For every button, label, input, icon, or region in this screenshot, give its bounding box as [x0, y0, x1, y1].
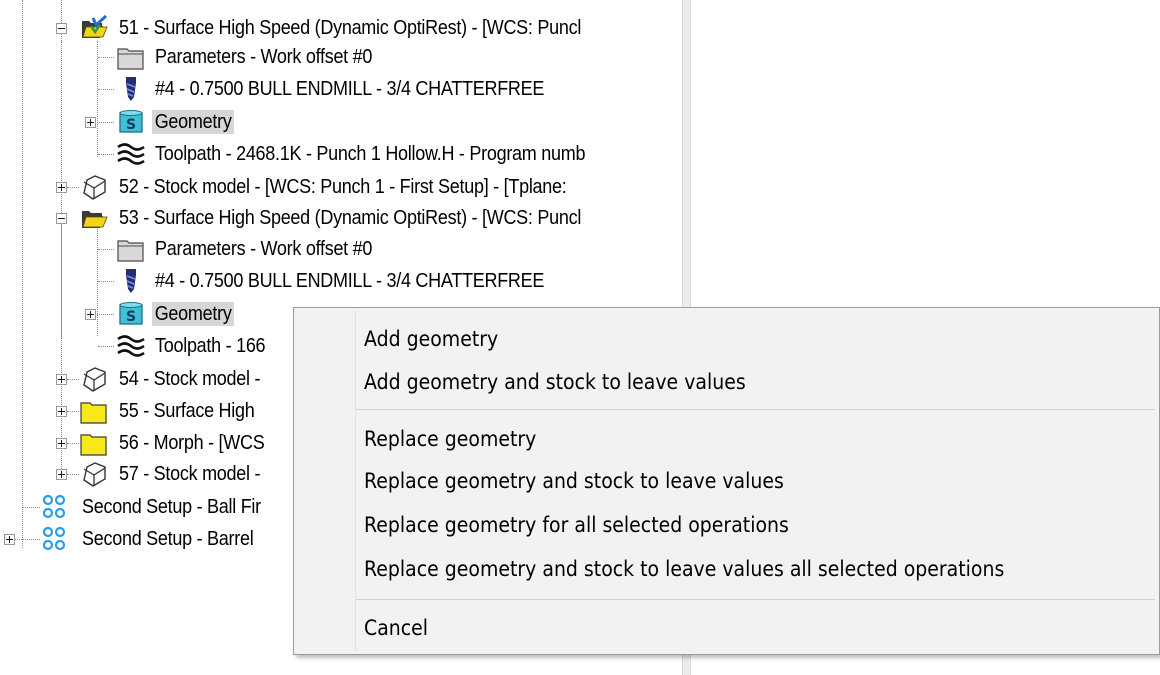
menu-item-add-geometry-stock[interactable]: Add geometry and stock to leave values — [298, 361, 1155, 403]
menu-item-replace-geometry-stock[interactable]: Replace geometry and stock to leave valu… — [298, 460, 1155, 502]
tree-item-label: #4 - 0.7500 BULL ENDMILL - 3/4 CHATTERFR… — [155, 270, 545, 292]
endmill-tool-icon — [117, 75, 145, 103]
expand-toggle[interactable] — [4, 534, 15, 545]
open-folder-check-icon — [80, 14, 108, 42]
menu-item-cancel[interactable]: Cancel — [298, 607, 1155, 649]
tree-item-label: Toolpath - 2468.1K - Punch 1 Hollow.H - … — [155, 143, 586, 165]
tree-connector — [98, 346, 114, 347]
tree-connector — [67, 443, 79, 444]
tree-connector — [98, 57, 114, 58]
tree-connector — [97, 122, 114, 123]
menu-item-replace-geometry-stock-all[interactable]: Replace geometry and stock to leave valu… — [298, 548, 1155, 590]
expand-toggle[interactable] — [85, 117, 96, 128]
tree-item-label: Parameters - Work offset #0 — [155, 238, 373, 260]
tree-connector — [67, 411, 79, 412]
tree-item-label: Geometry — [152, 110, 235, 134]
expand-toggle[interactable] — [56, 182, 67, 193]
tree-item-tool[interactable]: #4 - 0.7500 BULL ENDMILL - 3/4 CHATTERFR… — [0, 266, 682, 296]
collapse-toggle[interactable] — [56, 213, 67, 224]
tree-item-label: 54 - Stock model - — [119, 368, 261, 390]
tree-item-parameters[interactable]: Parameters - Work offset #0 — [0, 234, 682, 264]
tree-connector — [67, 379, 79, 380]
menu-item-label: Replace geometry and stock to leave valu… — [364, 557, 1005, 581]
tree-item-label: 57 - Stock model - — [119, 463, 261, 485]
menu-item-label: Replace geometry and stock to leave valu… — [364, 469, 784, 493]
stock-model-icon — [80, 173, 108, 201]
menu-item-label: Replace geometry for all selected operat… — [364, 513, 789, 537]
menu-separator — [356, 409, 1155, 410]
tree-connector — [98, 154, 114, 155]
menu-item-label: Cancel — [364, 616, 429, 640]
tree-connector — [97, 314, 114, 315]
tree-item-tool[interactable]: #4 - 0.7500 BULL ENDMILL - 3/4 CHATTERFR… — [0, 74, 682, 104]
stock-model-icon — [80, 460, 108, 488]
tree-connector — [15, 539, 40, 540]
tree-connector — [98, 249, 114, 250]
tree-connector — [67, 474, 79, 475]
menu-item-label: Add geometry and stock to leave values — [364, 370, 746, 394]
expand-toggle[interactable] — [56, 406, 67, 417]
tree-item-toolpath[interactable]: Toolpath - 2468.1K - Punch 1 Hollow.H - … — [0, 139, 682, 169]
expand-toggle[interactable] — [85, 309, 96, 320]
open-folder-icon — [80, 204, 108, 232]
expand-toggle[interactable] — [56, 374, 67, 385]
yellow-folder-icon — [80, 429, 108, 457]
menu-item-label: Replace geometry — [364, 427, 537, 451]
menu-item-label: Add geometry — [364, 327, 499, 351]
expand-toggle[interactable] — [56, 469, 67, 480]
tree-item-label: Parameters - Work offset #0 — [155, 46, 373, 68]
stock-model-icon — [80, 365, 108, 393]
menu-separator — [356, 599, 1155, 600]
tree-item-label: #4 - 0.7500 BULL ENDMILL - 3/4 CHATTERFR… — [155, 78, 545, 100]
expand-toggle[interactable] — [56, 438, 67, 449]
toolpath-icon — [117, 332, 145, 360]
tree-item-label: 52 - Stock model - [WCS: Punch 1 - First… — [119, 176, 567, 198]
endmill-tool-icon — [117, 267, 145, 295]
tree-item-op-53[interactable]: 53 - Surface High Speed (Dynamic OptiRes… — [0, 203, 682, 233]
tree-item-op-51[interactable]: 51 - Surface High Speed (Dynamic OptiRes… — [0, 13, 682, 43]
tree-item-op-52[interactable]: 52 - Stock model - [WCS: Punch 1 - First… — [0, 172, 682, 202]
geometry-s-icon — [117, 300, 145, 328]
machine-group-icon — [42, 493, 70, 521]
tree-item-label: 55 - Surface High — [119, 400, 255, 422]
toolpath-icon — [117, 140, 145, 168]
tree-connector — [23, 507, 40, 508]
tree-item-label: 56 - Morph - [WCS — [119, 432, 265, 454]
tree-item-label: Second Setup - Barrel — [82, 528, 254, 550]
context-menu: Add geometry Add geometry and stock to l… — [293, 307, 1160, 655]
tree-item-geometry[interactable]: Geometry — [0, 107, 682, 137]
parameters-folder-icon — [117, 43, 145, 71]
tree-item-label: Toolpath - 166 — [155, 335, 266, 357]
tree-item-label: Geometry — [152, 302, 235, 326]
tree-item-label: 51 - Surface High Speed (Dynamic OptiRes… — [119, 17, 582, 39]
geometry-s-icon — [117, 108, 145, 136]
tree-connector — [67, 187, 79, 188]
parameters-folder-icon — [117, 235, 145, 263]
tree-connector — [98, 89, 114, 90]
menu-item-replace-geometry[interactable]: Replace geometry — [298, 418, 1155, 460]
tree-item-label: 53 - Surface High Speed (Dynamic OptiRes… — [119, 207, 582, 229]
collapse-toggle[interactable] — [56, 23, 67, 34]
menu-item-add-geometry[interactable]: Add geometry — [298, 318, 1155, 360]
machine-group-icon — [42, 525, 70, 553]
menu-item-replace-geometry-all[interactable]: Replace geometry for all selected operat… — [298, 504, 1155, 546]
tree-connector — [98, 281, 114, 282]
yellow-folder-icon — [80, 397, 108, 425]
tree-item-label: Second Setup - Ball Fir — [82, 496, 261, 518]
tree-item-parameters[interactable]: Parameters - Work offset #0 — [0, 42, 682, 72]
